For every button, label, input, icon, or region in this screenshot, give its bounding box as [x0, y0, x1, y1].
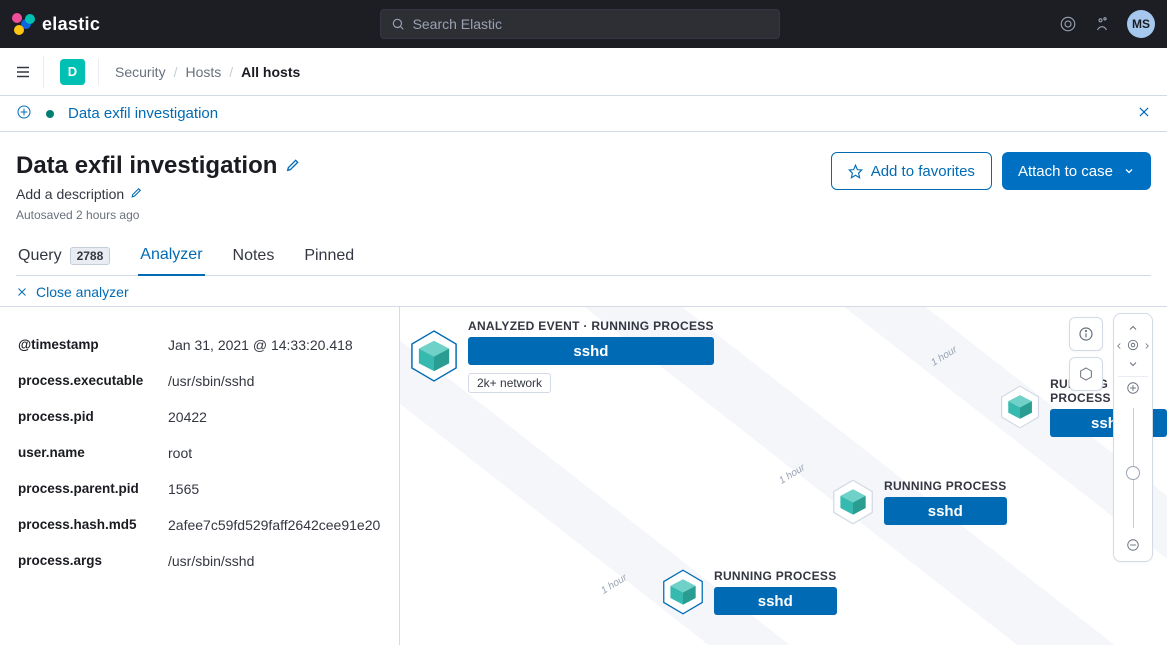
edge-label-1hour: 1 hour	[777, 462, 807, 486]
fav-label: Add to favorites	[871, 163, 975, 180]
field-ppid-value: 1565	[168, 481, 399, 497]
event-details-panel: @timestamp Jan 31, 2021 @ 14:33:20.418 p…	[0, 307, 400, 645]
edit-title-icon[interactable]	[285, 152, 301, 180]
space-letter: D	[68, 64, 77, 79]
pan-up-button[interactable]	[1114, 320, 1152, 336]
close-banner-icon[interactable]	[1137, 105, 1151, 122]
breadcrumb-hosts[interactable]: Hosts	[185, 64, 221, 80]
process-icon	[410, 329, 458, 383]
breadcrumb-security[interactable]: Security	[115, 64, 166, 80]
tab-notes[interactable]: Notes	[231, 247, 277, 275]
field-timestamp-label: @timestamp	[18, 337, 168, 353]
field-pid-value: 20422	[168, 409, 399, 425]
field-timestamp-value: Jan 31, 2021 @ 14:33:20.418	[168, 337, 399, 353]
pan-right-button[interactable]	[1142, 338, 1152, 354]
field-user-label: user.name	[18, 445, 168, 461]
menu-button[interactable]	[12, 56, 44, 88]
field-args-value: /usr/sbin/sshd	[168, 553, 399, 569]
analyzer-canvas[interactable]: 1 hour 1 hour 1 hour ANALYZED EVENT · RU…	[400, 307, 1167, 645]
node-label: ANALYZED EVENT · RUNNING PROCESS	[468, 319, 714, 333]
breadcrumb: Security / Hosts / All hosts	[115, 64, 300, 80]
field-args-label: process.args	[18, 553, 168, 569]
tab-pinned[interactable]: Pinned	[302, 247, 356, 275]
node-label: RUNNING PROCESS	[714, 569, 837, 583]
field-md5-value: 2afee7c59fd529faff2642cee91e20	[168, 517, 399, 533]
edit-description-icon[interactable]	[130, 186, 143, 202]
process-node[interactable]: RUNNING PROCESS sshd	[662, 569, 837, 615]
edge-label-1hour: 1 hour	[929, 344, 959, 368]
zoom-in-button[interactable]	[1126, 381, 1140, 398]
field-ppid-label: process.parent.pid	[18, 481, 168, 497]
avatar-initials: MS	[1132, 17, 1150, 31]
zoom-panel	[1113, 313, 1153, 562]
page-title-text: Data exfil investigation	[16, 152, 277, 180]
tab-pinned-label: Pinned	[304, 247, 354, 265]
center-button[interactable]	[1126, 338, 1140, 355]
add-to-favorites-button[interactable]: Add to favorites	[831, 152, 992, 190]
logo-icon	[12, 13, 34, 35]
status-dot	[46, 110, 54, 118]
avatar[interactable]: MS	[1127, 10, 1155, 38]
node-label: RUNNING PROCESS	[884, 479, 1007, 493]
field-pid-label: process.pid	[18, 409, 168, 425]
close-analyzer-label: Close analyzer	[36, 284, 129, 300]
add-timeline-icon[interactable]	[16, 104, 32, 123]
autosaved-text: Autosaved 2 hours ago	[16, 208, 301, 222]
timeline-link[interactable]: Data exfil investigation	[68, 105, 218, 122]
pan-left-button[interactable]	[1114, 338, 1124, 354]
zoom-out-button[interactable]	[1126, 538, 1140, 555]
tab-query-label: Query	[18, 247, 62, 265]
node-process-name: sshd	[468, 337, 714, 365]
field-executable-label: process.executable	[18, 373, 168, 389]
tab-notes-label: Notes	[233, 247, 275, 265]
node-process-name: sshd	[884, 497, 1007, 525]
pan-down-button[interactable]	[1114, 356, 1152, 372]
search-placeholder: Search Elastic	[413, 16, 502, 32]
help-icon[interactable]	[1093, 15, 1111, 33]
tab-analyzer[interactable]: Analyzer	[138, 246, 204, 276]
search-icon	[391, 17, 405, 31]
breadcrumb-allhosts: All hosts	[241, 64, 300, 80]
edge-label-1hour: 1 hour	[599, 572, 629, 596]
page-title: Data exfil investigation	[16, 152, 301, 180]
node-process-name: sshd	[714, 587, 837, 615]
tab-analyzer-label: Analyzer	[140, 246, 202, 264]
field-md5-label: process.hash.md5	[18, 517, 168, 533]
process-icon	[662, 569, 704, 615]
schema-button[interactable]	[1069, 357, 1103, 391]
process-icon	[1000, 384, 1040, 430]
process-icon	[832, 479, 874, 525]
attach-label: Attach to case	[1018, 163, 1113, 180]
search-input[interactable]: Search Elastic	[380, 9, 780, 39]
space-selector[interactable]: D	[60, 59, 86, 85]
tab-query[interactable]: Query 2788	[16, 247, 112, 275]
attach-to-case-button[interactable]: Attach to case	[1002, 152, 1151, 190]
field-user-value: root	[168, 445, 399, 461]
query-count-badge: 2788	[70, 247, 111, 265]
process-node-analyzed[interactable]: ANALYZED EVENT · RUNNING PROCESS sshd 2k…	[410, 319, 714, 393]
info-button[interactable]	[1069, 317, 1103, 351]
add-description[interactable]: Add a description	[16, 186, 124, 202]
field-executable-value: /usr/sbin/sshd	[168, 373, 399, 389]
process-node[interactable]: RUNNING PROCESS sshd	[832, 479, 1007, 525]
node-event-count[interactable]: 2k+ network	[468, 373, 551, 393]
zoom-slider[interactable]	[1114, 398, 1152, 538]
close-analyzer-button[interactable]: Close analyzer	[0, 276, 1167, 307]
brand-logo[interactable]: elastic	[12, 13, 100, 35]
star-icon	[848, 164, 863, 179]
brand-name: elastic	[42, 14, 100, 35]
chevron-down-icon	[1123, 165, 1135, 177]
news-icon[interactable]	[1059, 15, 1077, 33]
close-icon	[16, 286, 28, 298]
